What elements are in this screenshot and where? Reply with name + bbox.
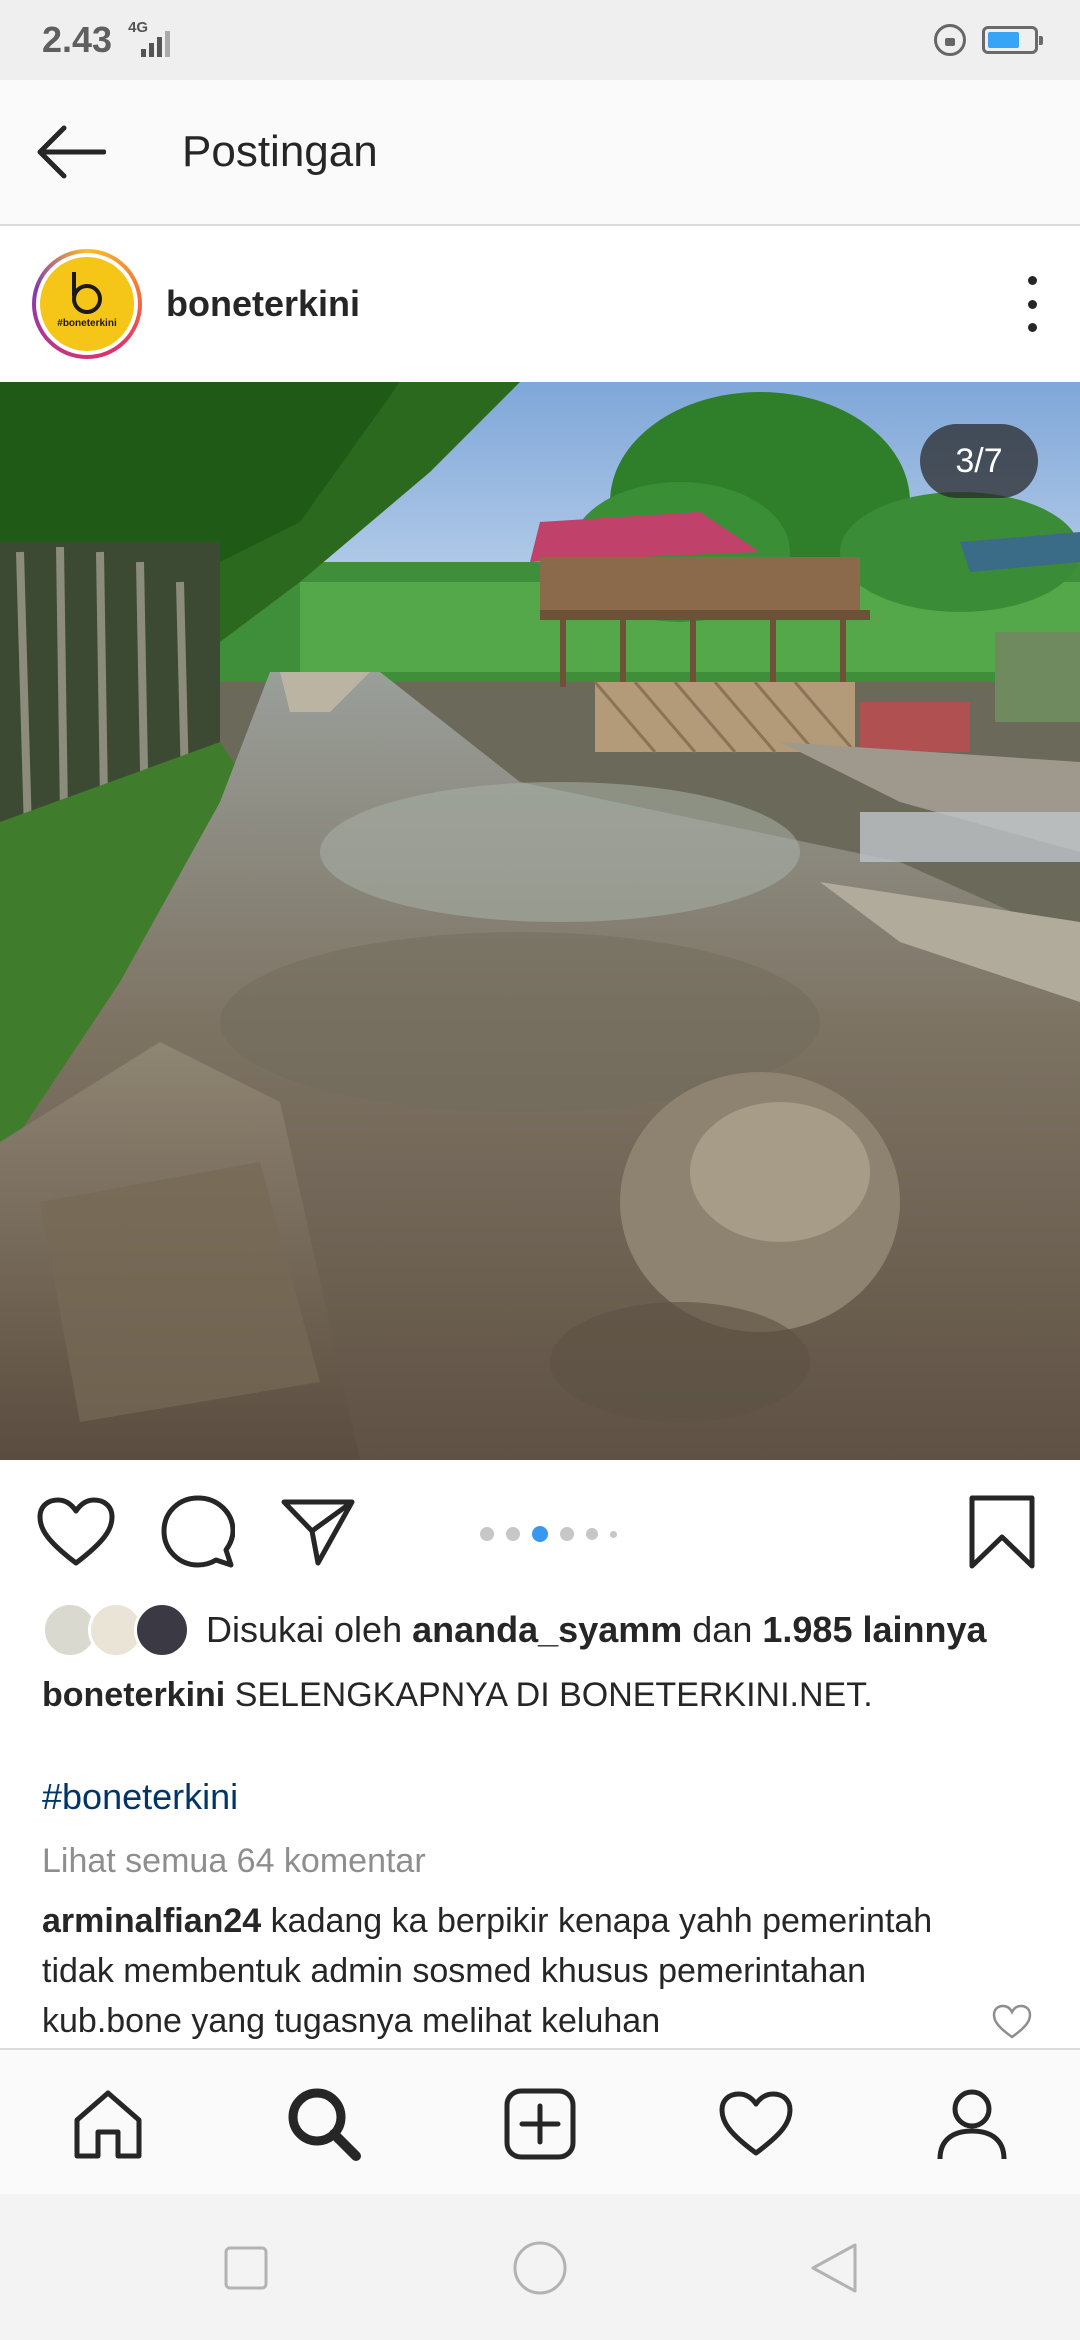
app-bar: Postingan <box>0 80 1080 226</box>
search-icon <box>288 2088 361 2161</box>
back-button[interactable] <box>34 124 106 180</box>
heart-icon <box>37 1497 115 1566</box>
bookmark-icon <box>969 1495 1035 1569</box>
carousel-dot <box>560 1527 574 1541</box>
like-button[interactable] <box>36 1492 116 1572</box>
home-icon <box>74 2090 142 2159</box>
caption-username[interactable]: boneterkini <box>42 1676 225 1714</box>
back-system-button[interactable] <box>806 2240 862 2296</box>
nav-profile[interactable] <box>932 2084 1012 2164</box>
comment-icon <box>161 1495 235 1568</box>
system-nav <box>0 2194 1080 2340</box>
view-all-comments-link[interactable]: Lihat semua 64 komentar <box>42 1842 426 1881</box>
comment-username[interactable]: arminalfian24 <box>42 1902 261 1940</box>
heart-icon <box>992 2004 1032 2039</box>
bottom-nav <box>0 2048 1080 2194</box>
send-icon <box>281 1499 355 1566</box>
triangle-back-icon <box>811 2243 857 2293</box>
status-time: 2.43 <box>42 19 113 60</box>
add-post-icon <box>504 2088 576 2160</box>
nav-add-post[interactable] <box>500 2084 580 2164</box>
nav-activity[interactable] <box>716 2084 796 2164</box>
comment-like-button[interactable] <box>992 2004 1032 2040</box>
status-left: 2.43 4G <box>42 19 171 61</box>
photo-counter: 3/7 <box>920 424 1038 498</box>
save-button[interactable] <box>962 1492 1042 1572</box>
likes-prefix: Disukai oleh <box>206 1609 403 1650</box>
comment-item: arminalfian24 kadang ka berpikir kenapa … <box>42 1896 982 2046</box>
nav-search[interactable] <box>284 2084 364 2164</box>
post-photo[interactable]: 3/7 <box>0 382 1080 1460</box>
likes-others[interactable]: 1.985 lainnya <box>762 1609 986 1650</box>
post-username[interactable]: boneterkini <box>166 283 360 325</box>
post-caption: boneterkini SELENGKAPNYA DI BONETERKINI.… <box>42 1676 873 1715</box>
logo-b-icon <box>72 271 102 314</box>
more-options-button[interactable] <box>1024 276 1040 332</box>
avatar[interactable]: #boneterkini <box>32 249 142 359</box>
liker-avatars <box>42 1600 192 1660</box>
carousel-dot <box>506 1527 520 1541</box>
comment-button[interactable] <box>158 1492 238 1572</box>
likes-conj: dan <box>692 1609 753 1650</box>
caption-hashtag[interactable]: #boneterkini <box>42 1776 238 1818</box>
carousel-dot <box>610 1530 617 1538</box>
battery-icon <box>982 26 1043 54</box>
carousel-indicator <box>480 1526 617 1542</box>
likes-text: Disukai oleh ananda_syamm dan 1.985 lain… <box>206 1609 987 1651</box>
status-right <box>934 24 1043 56</box>
heart-icon <box>719 2091 793 2156</box>
status-bar: 2.43 4G <box>0 0 1080 80</box>
likes-user[interactable]: ananda_syamm <box>412 1609 682 1650</box>
liker-avatar <box>134 1602 190 1658</box>
avatar-logo-text: #boneterkini <box>57 317 117 329</box>
likes-row[interactable]: Disukai oleh ananda_syamm dan 1.985 lain… <box>42 1598 987 1662</box>
page-title: Postingan <box>182 127 378 176</box>
carousel-dot <box>480 1527 494 1541</box>
home-system-button[interactable] <box>512 2240 568 2296</box>
post-actions <box>0 1462 1080 1592</box>
caption-text: SELENGKAPNYA DI BONETERKINI.NET. <box>234 1676 873 1714</box>
post-header: #boneterkini boneterkini <box>0 228 1080 380</box>
post-image <box>0 382 1080 1460</box>
arrow-left-icon <box>37 125 106 179</box>
nav-home[interactable] <box>68 2084 148 2164</box>
recents-button[interactable] <box>218 2240 274 2296</box>
square-icon <box>224 2246 268 2290</box>
carousel-dot <box>532 1526 548 1542</box>
more-vertical-icon <box>1027 276 1037 285</box>
rotation-lock-icon <box>934 24 966 56</box>
share-button[interactable] <box>278 1492 358 1572</box>
signal-icon: 4G <box>126 19 171 57</box>
carousel-dot <box>586 1528 598 1540</box>
avatar-logo: #boneterkini <box>40 257 134 351</box>
circle-icon <box>513 2241 567 2295</box>
profile-icon <box>937 2089 1007 2160</box>
